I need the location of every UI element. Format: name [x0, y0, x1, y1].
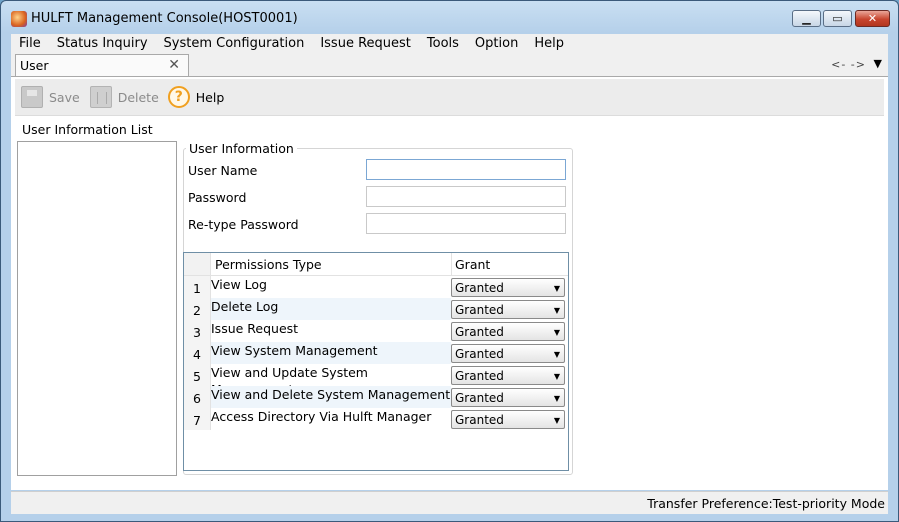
delete-label: Delete: [117, 89, 159, 105]
row-number: 6: [184, 386, 211, 408]
grant-dropdown[interactable]: Granted ▼: [451, 322, 565, 341]
permission-type-cell: View Log: [211, 277, 267, 292]
tab-list-menu-icon[interactable]: ▼: [874, 57, 882, 70]
grant-value: Granted: [455, 369, 504, 383]
tab-close-icon[interactable]: ✕: [168, 55, 180, 76]
grant-value: Granted: [455, 303, 504, 317]
table-row[interactable]: 4 View System Management Granted ▼: [184, 342, 568, 364]
tab-nav-arrows[interactable]: <- ->: [831, 58, 866, 71]
dropdown-arrow-icon: ▼: [553, 372, 560, 381]
table-row[interactable]: 1 View Log Granted ▼: [184, 276, 568, 298]
dropdown-arrow-icon: ▼: [553, 394, 560, 403]
menu-issue-request[interactable]: Issue Request: [312, 34, 419, 54]
permission-type-cell: View and Update System Management: [211, 365, 368, 397]
table-row[interactable]: 2 Delete Log Granted ▼: [184, 298, 568, 320]
status-bar: Transfer Preference:Test-priority Mode: [11, 491, 888, 514]
grant-header: Grant: [455, 257, 491, 272]
grant-value: Granted: [455, 413, 504, 427]
window-title: HULFT Management Console(HOST0001): [31, 11, 298, 26]
save-label: Save: [49, 89, 80, 105]
menu-status-inquiry[interactable]: Status Inquiry: [49, 34, 156, 54]
save-disk-icon: [21, 86, 43, 108]
user-information-list[interactable]: [17, 141, 177, 476]
grant-value: Granted: [455, 391, 504, 405]
permissions-table: Permissions Type Grant 1 View Log Grante…: [183, 252, 569, 471]
transfer-preference-status: Transfer Preference:Test-priority Mode: [647, 496, 885, 511]
header-divider: [451, 253, 452, 275]
menu-help[interactable]: Help: [526, 34, 572, 54]
tab-strip: User Informa...Registration ✕ <- -> ▼: [11, 54, 888, 94]
permissions-type-header: Permissions Type: [215, 257, 322, 272]
grant-dropdown[interactable]: Granted ▼: [451, 388, 565, 407]
delete-button[interactable]: Delete: [89, 86, 159, 108]
minimize-button[interactable]: ▁: [792, 10, 821, 27]
permission-type-cell: View and Delete System Management: [211, 386, 451, 408]
table-row[interactable]: 7 Access Directory Via Hulft Manager Gra…: [184, 408, 568, 430]
dropdown-arrow-icon: ▼: [553, 284, 560, 293]
table-row[interactable]: 6 View and Delete System Management Gran…: [184, 386, 568, 408]
app-logo-icon: [11, 11, 27, 27]
delete-trash-icon: [89, 86, 112, 108]
user-name-input[interactable]: [366, 159, 566, 180]
permission-type-cell: Delete Log: [211, 298, 451, 320]
row-number: 2: [184, 298, 211, 320]
dropdown-arrow-icon: ▼: [553, 416, 560, 425]
dropdown-arrow-icon: ▼: [553, 328, 560, 337]
menu-system-configuration[interactable]: System Configuration: [156, 34, 313, 54]
help-question-icon: ?: [167, 86, 190, 108]
table-row[interactable]: 5 View and Update System Management Gran…: [184, 364, 568, 397]
row-number: 7: [184, 408, 211, 430]
grant-value: Granted: [455, 281, 504, 295]
main-content: Save Delete ? Help User Information List…: [11, 77, 888, 490]
menu-tools[interactable]: Tools: [419, 34, 467, 54]
permissions-table-header: Permissions Type Grant: [184, 253, 568, 276]
help-label: Help: [195, 89, 225, 105]
dropdown-arrow-icon: ▼: [553, 306, 560, 315]
table-row[interactable]: 3 Issue Request Granted ▼: [184, 320, 568, 342]
tab-user-information-registration[interactable]: User Informa...Registration ✕: [15, 54, 189, 94]
grant-value: Granted: [455, 347, 504, 361]
help-button[interactable]: ? Help: [167, 86, 225, 108]
row-number-header: [184, 253, 211, 275]
user-information-group-title: User Information: [186, 141, 297, 156]
maximize-button[interactable]: ▭: [823, 10, 852, 27]
close-window-button[interactable]: ✕: [855, 10, 890, 27]
grant-dropdown[interactable]: Granted ▼: [451, 278, 565, 297]
password-input[interactable]: [366, 186, 566, 207]
grant-dropdown[interactable]: Granted ▼: [451, 300, 565, 319]
menu-option[interactable]: Option: [467, 34, 526, 54]
app-window: HULFT Management Console(HOST0001) ▁ ▭ ✕…: [0, 0, 899, 522]
grant-dropdown[interactable]: Granted ▼: [451, 366, 565, 385]
menu-file[interactable]: File: [11, 34, 49, 54]
row-number: 5: [184, 364, 211, 386]
retype-password-input[interactable]: [366, 213, 566, 234]
grant-dropdown[interactable]: Granted ▼: [451, 410, 565, 429]
row-number: 3: [184, 320, 211, 342]
menu-bar: File Status Inquiry System Configuration…: [11, 34, 888, 54]
title-bar: HULFT Management Console(HOST0001) ▁ ▭ ✕: [1, 1, 898, 34]
close-icon: ✕: [867, 12, 878, 25]
maximize-icon: ▭: [832, 12, 843, 25]
user-name-label: User Name: [188, 163, 258, 178]
save-button[interactable]: Save: [21, 86, 80, 108]
grant-dropdown[interactable]: Granted ▼: [451, 344, 565, 363]
permission-type-cell: View System Management: [211, 342, 451, 364]
minimize-icon: ▁: [802, 12, 811, 25]
toolbar: Save Delete ? Help: [15, 79, 884, 116]
permission-type-cell: Access Directory Via Hulft Manager: [211, 409, 432, 424]
retype-password-label: Re-type Password: [188, 217, 299, 232]
dropdown-arrow-icon: ▼: [553, 350, 560, 359]
permission-type-cell: Issue Request: [211, 321, 299, 336]
grant-value: Granted: [455, 325, 504, 339]
password-label: Password: [188, 190, 247, 205]
user-list-label: User Information List: [22, 122, 153, 137]
row-number: 1: [184, 276, 211, 298]
row-number: 4: [184, 342, 211, 364]
